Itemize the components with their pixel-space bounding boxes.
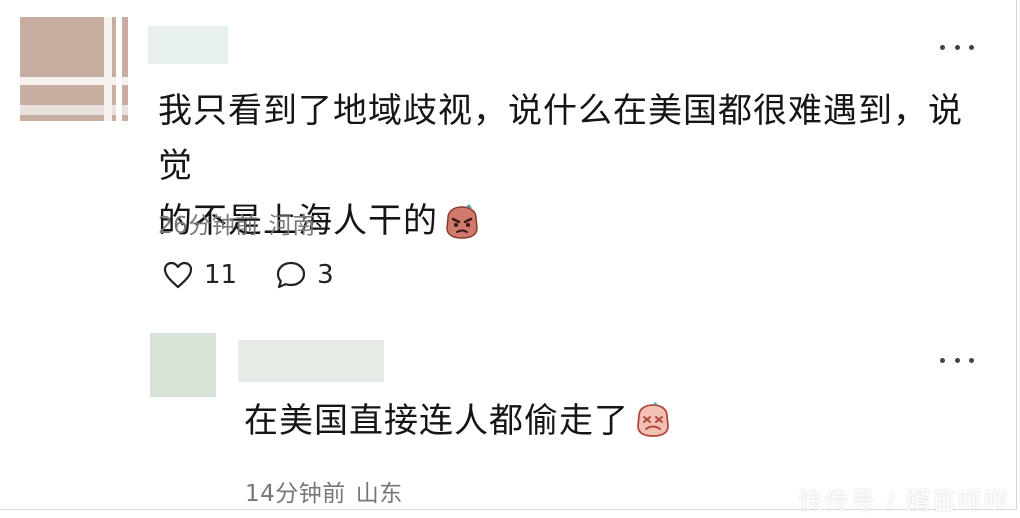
watermark: 快传号 / 婿笛咩咩 (798, 487, 1010, 515)
reply-body: 在美国直接连人都偷走了 (244, 398, 673, 444)
comment-location: 河南 (268, 213, 316, 239)
commenter-avatar[interactable] (20, 17, 128, 121)
reply-button[interactable]: 3 (275, 260, 334, 290)
comment-actions: 11 3 (162, 260, 334, 290)
commenter-name-blurred[interactable] (148, 26, 228, 64)
comment-meta: 26分钟前 河南 (158, 206, 316, 240)
angry-face-emoji-icon (442, 202, 482, 239)
reply-meta: 14分钟前 山东 (245, 474, 403, 508)
comment-line-1: 我只看到了地域歧视，说什么在美国都很难遇到，说觉 (158, 91, 963, 186)
reply-text: 在美国直接连人都偷走了 (244, 401, 629, 441)
replier-avatar[interactable] (150, 333, 216, 397)
comment-card: 我只看到了地域歧视，说什么在美国都很难遇到，说觉 的不是上海人干的 26分钟前河… (0, 0, 1017, 510)
like-button[interactable]: 11 (162, 260, 237, 290)
reply-time: 14分钟前 (245, 481, 346, 507)
replier-name-blurred[interactable] (238, 340, 384, 382)
speech-bubble-icon (275, 260, 307, 290)
reply-more-options-icon[interactable] (940, 353, 974, 367)
more-options-icon[interactable] (940, 40, 974, 54)
reply-count: 3 (317, 260, 334, 290)
reply-location: 山东 (355, 481, 403, 507)
like-count: 11 (204, 260, 238, 290)
heart-icon (162, 260, 194, 290)
comment-time: 26分钟前 (158, 213, 259, 239)
dizzy-face-emoji-icon (633, 401, 673, 438)
